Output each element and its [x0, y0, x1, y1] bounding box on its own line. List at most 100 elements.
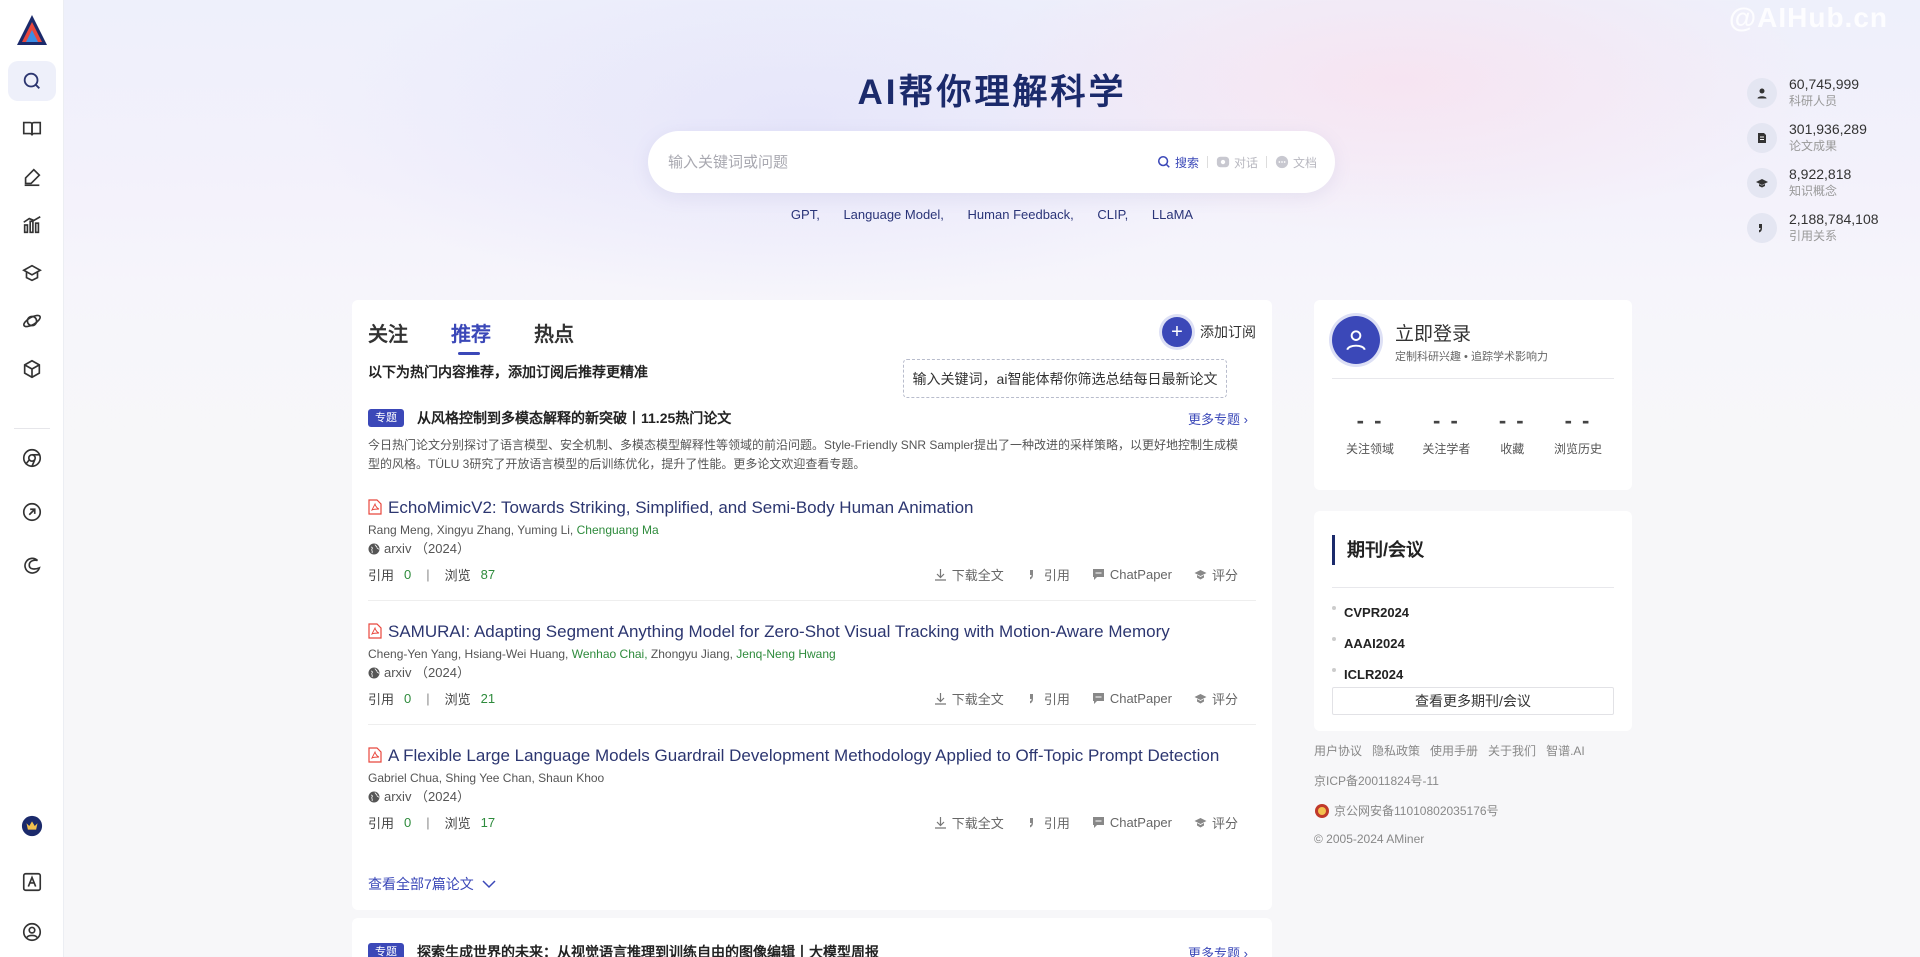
paper-authors: Gabriel Chua, Shing Yee Chan, Shaun Khoo: [368, 769, 1256, 787]
rate-button[interactable]: 评分: [1194, 689, 1238, 708]
paper-title[interactable]: A Flexible Large Language Models Guardra…: [368, 744, 1228, 768]
cite-count: 0: [404, 814, 412, 830]
author[interactable]: Shaun Khoo: [538, 771, 604, 785]
chatpaper-button[interactable]: ChatPaper: [1092, 565, 1172, 584]
action-separator: [1265, 156, 1267, 168]
paper-meta: 引用 0 | 浏览 17 下载全文 引用 ChatPaper 评分: [368, 811, 1256, 833]
book-icon[interactable]: [8, 109, 56, 149]
conference-item[interactable]: ICLR2024: [1332, 659, 1409, 690]
hot-tag[interactable]: Human Feedback,: [968, 207, 1074, 222]
chat-button[interactable]: 对话: [1216, 154, 1258, 171]
cite-button[interactable]: 引用: [1026, 689, 1070, 708]
rate-button[interactable]: 评分: [1194, 565, 1238, 584]
icp-record[interactable]: 京ICP备20011824号-11: [1314, 772, 1644, 789]
login-stats: - - 关注领域 - - 关注学者 - - 收藏 - - 浏览历史: [1332, 408, 1614, 457]
view-count: 87: [480, 566, 496, 582]
pen-icon[interactable]: [8, 157, 56, 197]
conference-item[interactable]: CVPR2024: [1332, 597, 1409, 628]
conference-list: CVPR2024 AAAI2024 ICLR2024: [1332, 597, 1409, 690]
document-button[interactable]: 文档: [1275, 154, 1317, 171]
footer-link[interactable]: 关于我们: [1488, 742, 1536, 759]
add-subscription-button[interactable]: + 添加订阅: [1162, 317, 1256, 347]
hot-tag[interactable]: Language Model,: [843, 207, 943, 222]
view-count: 17: [480, 814, 496, 830]
subscription-tooltip: 输入关键词，ai智能体帮你筛选总结每日最新论文: [903, 359, 1227, 398]
footer-link[interactable]: 使用手册: [1430, 742, 1478, 759]
rate-button[interactable]: 评分: [1194, 813, 1238, 832]
topic-title[interactable]: 探索生成世界的未来：从视觉语言推理到训练自由的图像编辑丨大模型周报: [417, 942, 879, 957]
edge-icon[interactable]: [8, 546, 56, 586]
cite-button[interactable]: 引用: [1026, 565, 1070, 584]
chatpaper-button[interactable]: ChatPaper: [1092, 689, 1172, 708]
conference-item[interactable]: AAAI2024: [1332, 628, 1409, 659]
download-button[interactable]: 下载全文: [934, 565, 1004, 584]
stat-followed-scholars[interactable]: - - 关注学者: [1422, 408, 1470, 457]
stat-citations: 2,188,784,108 引用关系: [1747, 211, 1917, 243]
download-button[interactable]: 下载全文: [934, 813, 1004, 832]
stat-history[interactable]: - - 浏览历史: [1554, 408, 1602, 457]
vip-badge-icon[interactable]: [8, 806, 56, 846]
tab-hot[interactable]: 热点: [534, 318, 574, 355]
paper-title[interactable]: EchoMimicV2: Towards Striking, Simplifie…: [368, 496, 1228, 520]
conference-title: 期刊/会议: [1332, 535, 1424, 565]
author[interactable]: Cheng-Yen Yang,: [368, 647, 461, 661]
author[interactable]: Yuming Li,: [517, 523, 573, 537]
cube-icon[interactable]: [8, 349, 56, 389]
plugin-icon[interactable]: [8, 492, 56, 532]
user-icon[interactable]: [8, 912, 56, 952]
person-icon: [1747, 78, 1777, 108]
author[interactable]: Gabriel Chua,: [368, 771, 442, 785]
author[interactable]: Hsiang-Wei Huang,: [465, 647, 569, 661]
tab-follow[interactable]: 关注: [368, 318, 408, 355]
search-button[interactable]: 搜索: [1157, 154, 1199, 171]
stat-papers: 301,936,289 论文成果: [1747, 121, 1917, 153]
author[interactable]: Rang Meng,: [368, 523, 433, 537]
topic-card-2: 专题 探索生成世界的未来：从视觉语言推理到训练自由的图像编辑丨大模型周报 更多专…: [352, 918, 1272, 957]
author[interactable]: Shing Yee Chan,: [445, 771, 534, 785]
police-record[interactable]: 京公网安备11010802035176号: [1314, 802, 1644, 819]
footer-link[interactable]: 用户协议: [1314, 742, 1362, 759]
chevron-down-icon: [482, 880, 496, 889]
paper-divider: [368, 724, 1256, 725]
avatar[interactable]: [1332, 316, 1380, 364]
search-input[interactable]: [668, 131, 1108, 193]
chatpaper-button[interactable]: ChatPaper: [1092, 813, 1172, 832]
page-title: AI帮你理解科学: [857, 73, 1127, 112]
hot-tag[interactable]: GPT,: [791, 207, 820, 222]
planet-icon[interactable]: [8, 301, 56, 341]
document-chat-icon: [1275, 155, 1289, 169]
stat-followed-fields[interactable]: - - 关注领域: [1346, 408, 1394, 457]
paper-authors: Cheng-Yen Yang, Hsiang-Wei Huang, Wenhao…: [368, 645, 1256, 663]
watermark: @AIHub.cn: [1728, 2, 1888, 33]
stat-favorites[interactable]: - - 收藏: [1499, 408, 1526, 457]
tab-recommend[interactable]: 推荐: [451, 318, 491, 355]
translate-icon[interactable]: [8, 862, 56, 902]
author[interactable]: Wenhao Chai,: [572, 647, 648, 661]
login-button[interactable]: 立即登录: [1395, 319, 1471, 346]
topic-title[interactable]: 从风格控制到多模态解释的新突破丨11.25热门论文: [417, 408, 731, 428]
chat-bubble-icon: [1092, 692, 1104, 704]
footer-links: 用户协议 隐私政策 使用手册 关于我们 智谱.AI: [1314, 742, 1644, 759]
author[interactable]: Xingyu Zhang,: [437, 523, 514, 537]
footer-link[interactable]: 隐私政策: [1372, 742, 1420, 759]
author[interactable]: Chenguang Ma: [577, 523, 659, 537]
view-all-papers-link[interactable]: 查看全部7篇论文: [368, 874, 496, 894]
download-button[interactable]: 下载全文: [934, 689, 1004, 708]
footer-link[interactable]: 智谱.AI: [1546, 742, 1585, 759]
chrome-icon[interactable]: [8, 438, 56, 478]
hot-tag[interactable]: LLaMA: [1152, 207, 1193, 222]
school-icon[interactable]: [8, 253, 56, 293]
more-topics-link[interactable]: 更多专题 ›: [1188, 943, 1248, 957]
aminer-logo[interactable]: [14, 12, 50, 48]
stat-concepts: 8,922,818 知识概念: [1747, 166, 1917, 198]
author[interactable]: Jenq-Neng Hwang: [736, 647, 835, 661]
paper-actions: 下载全文 引用 ChatPaper 评分: [934, 813, 1256, 832]
more-conferences-button[interactable]: 查看更多期刊/会议: [1332, 687, 1614, 715]
more-topics-link[interactable]: 更多专题 ›: [1188, 409, 1248, 428]
footer: 用户协议 隐私政策 使用手册 关于我们 智谱.AI 京ICP备20011824号…: [1314, 742, 1644, 846]
paper-title[interactable]: SAMURAI: Adapting Segment Anything Model…: [368, 620, 1228, 644]
hot-tag[interactable]: CLIP,: [1097, 207, 1128, 222]
feed-card: 关注 推荐 热点 + 添加订阅 输入关键词，ai智能体帮你筛选总结每日最新论文 …: [352, 300, 1272, 910]
author[interactable]: Zhongyu Jiang,: [651, 647, 733, 661]
cite-button[interactable]: 引用: [1026, 813, 1070, 832]
